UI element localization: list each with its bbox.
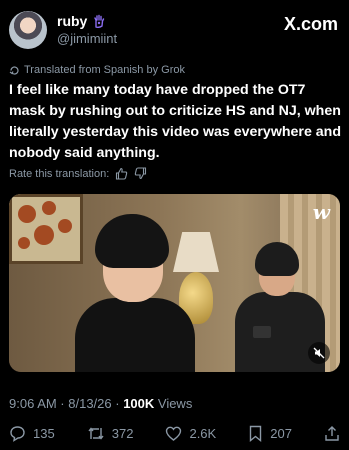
repost-count: 372: [111, 426, 134, 441]
weverse-logo: w: [312, 200, 330, 224]
x-logo-icon[interactable]: X.com: [284, 14, 338, 35]
video-player[interactable]: w: [9, 194, 340, 372]
thumbs-up-icon[interactable]: [115, 167, 128, 180]
display-name[interactable]: ruby: [57, 13, 87, 29]
user-handle[interactable]: @jimimiint: [57, 31, 117, 46]
like-icon: [165, 425, 182, 442]
mute-icon[interactable]: [308, 342, 330, 364]
like-count: 2.6K: [189, 426, 217, 441]
repost-button[interactable]: 372: [87, 425, 134, 442]
name-row: ruby: [57, 13, 106, 29]
brand-label: X.com: [283, 14, 338, 34]
timestamp[interactable]: 9:06 AM · 8/13/26 ·: [9, 396, 123, 411]
phone: [253, 326, 271, 338]
person-left: [75, 214, 195, 372]
action-bar: 135 372 2.6K 207: [9, 425, 340, 442]
wall-painting: [9, 194, 83, 264]
views-count: 100K: [123, 396, 155, 411]
reply-icon: [9, 425, 26, 442]
reply-button[interactable]: 135: [9, 425, 55, 442]
tweet-meta: 9:06 AM · 8/13/26 · 100K Views: [9, 396, 192, 411]
translated-label: Translated from Spanish by Grok: [24, 64, 185, 76]
share-icon: [324, 425, 340, 442]
tweet-header: ruby @jimimiint X.com: [9, 9, 340, 51]
bookmark-count: 207: [270, 426, 292, 441]
bookmark-button[interactable]: 207: [248, 425, 292, 442]
views-label: Views: [154, 396, 193, 411]
like-button[interactable]: 2.6K: [165, 425, 216, 442]
tweet-text: I feel like many today have dropped the …: [9, 82, 341, 161]
reply-count: 135: [33, 426, 55, 441]
translate-icon: [9, 65, 20, 76]
rate-translation: Rate this translation:: [9, 167, 147, 180]
avatar[interactable]: [9, 11, 47, 49]
repost-icon: [87, 425, 105, 442]
rate-label: Rate this translation:: [9, 167, 110, 180]
translation-notice: Translated from Spanish by Grok: [9, 64, 185, 76]
purple-hand-badge-icon: [92, 14, 106, 28]
thumbs-down-icon[interactable]: [134, 167, 147, 180]
bookmark-icon: [248, 425, 263, 442]
share-button[interactable]: [324, 425, 340, 442]
